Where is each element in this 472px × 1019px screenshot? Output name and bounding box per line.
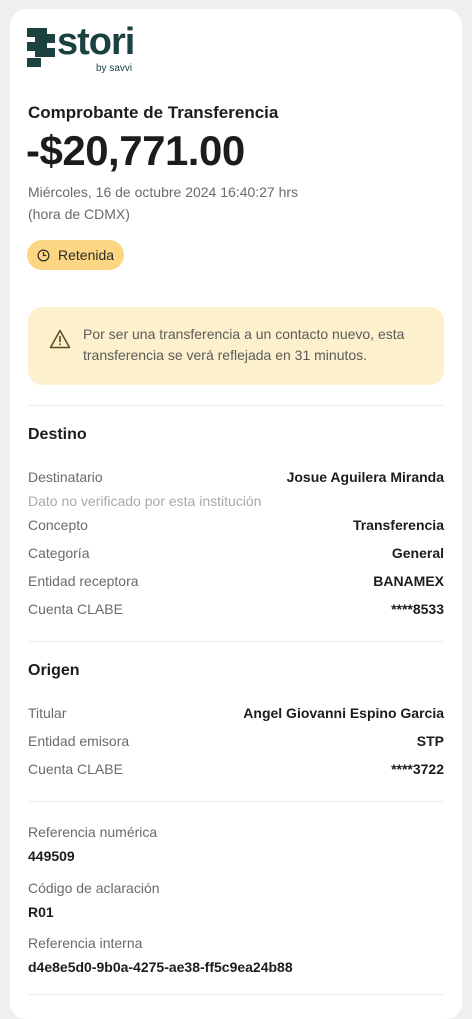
origen-row-titular: Titular Angel Giovanni Espino Garcia [28,702,444,724]
row-value: BANAMEX [373,573,444,589]
destino-title: Destino [28,426,87,443]
divider [28,801,444,802]
row-value: STP [416,733,444,749]
warning-triangle-icon [49,329,71,349]
row-label: Cuenta CLABE [28,601,123,617]
info-alert: Por ser una transferencia a un contacto … [28,307,444,385]
brand-name: stori [57,21,135,63]
row-value: Transferencia [352,517,444,533]
destino-row-categoria: Categoría General [28,542,444,564]
origen-title: Origen [28,662,80,679]
row-label: Titular [28,705,67,721]
row-value: Josue Aguilera Miranda [286,469,444,485]
reference-label: Referencia numérica [28,824,158,840]
divider [28,994,444,995]
destino-row-concepto: Concepto Transferencia [28,514,444,536]
reference-value: 449509 [28,848,75,864]
brand-sub: by savvi [96,63,133,74]
destino-row-clabe: Cuenta CLABE ****8533 [28,598,444,620]
timezone-text: (hora de CDMX) [28,206,130,222]
row-label: Categoría [28,545,90,561]
status-badge: Retenida [27,240,125,270]
row-value: General [391,545,444,561]
row-label: Entidad receptora [28,573,139,589]
row-label: Destinatario [28,469,103,485]
divider [28,405,444,406]
clarification-value: R01 [28,904,54,920]
row-label: Concepto [28,517,88,533]
alert-text: Por ser una transferencia a un contacto … [83,326,405,363]
transfer-date: Miércoles, 16 de octubre 2024 16:40:27 h… [28,181,428,225]
clock-icon [37,249,50,261]
internal-reference-label: Referencia interna [28,935,143,951]
receipt-card: stori by savvi Comprobante de Transferen… [10,9,462,1019]
origen-row-clabe: Cuenta CLABE ****3722 [28,758,444,780]
destino-row-destinatario: Destinatario Josue Aguilera Miranda [28,466,444,488]
stori-logo-mark [27,28,55,67]
date-text: Miércoles, 16 de octubre 2024 16:40:27 h… [28,184,299,200]
transfer-amount: -$20,771.00 [26,127,245,174]
row-value: ****8533 [391,601,444,617]
page-title: Comprobante de Transferencia [28,103,279,122]
row-value: Angel Giovanni Espino Garcia [243,705,444,721]
clarification-label: Código de aclaración [28,880,160,896]
internal-reference-value: d4e8e5d0-9b0a-4275-ae38-ff5c9ea24b88 [28,959,293,975]
row-value: ****3722 [391,761,444,777]
origen-row-entidad: Entidad emisora STP [28,730,444,752]
divider [28,641,444,642]
destino-row-entidad: Entidad receptora BANAMEX [28,570,444,592]
status-label: Retenida [58,247,115,263]
row-label: Cuenta CLABE [28,761,123,777]
unverified-note: Dato no verificado por esta institución [28,493,262,509]
row-label: Entidad emisora [28,733,130,749]
